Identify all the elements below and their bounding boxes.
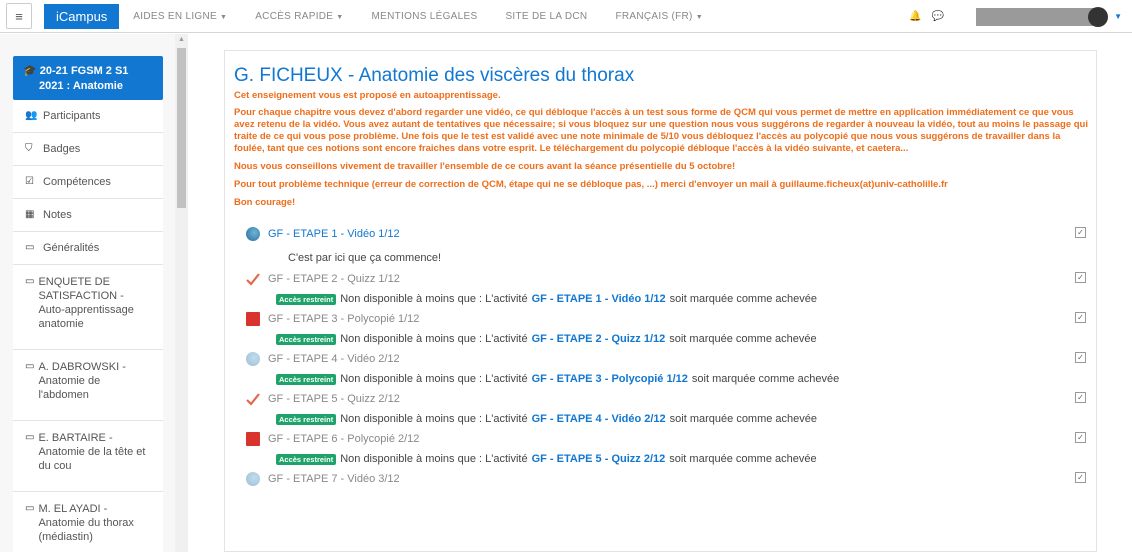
notice-text: Bon courage!	[234, 197, 296, 208]
sidebar-item-notes[interactable]: ▦ Notes	[13, 199, 163, 232]
quiz-icon	[246, 392, 260, 406]
nav-mentions-legales[interactable]: MENTIONS LÉGALES	[372, 11, 478, 22]
activity-item[interactable]: GF - ETAPE 1 - Vidéo 1/12 ✓	[234, 223, 1086, 245]
required-activity-link[interactable]: GF - ETAPE 4 - Vidéo 2/12	[532, 413, 666, 425]
notice-text: Cet enseignement vous est proposé en aut…	[234, 90, 501, 101]
required-activity-link[interactable]: GF - ETAPE 1 - Vidéo 1/12	[532, 293, 666, 305]
caret-down-icon: ▼	[219, 13, 228, 21]
activity-description: C'est par ici que ça commence!	[288, 252, 442, 264]
sidebar-item-course[interactable]: 🎓 20-21 FGSM 2 S1 2021 : Anatomie	[13, 56, 163, 100]
required-activity-link[interactable]: GF - ETAPE 3 - Polycopié 1/12	[532, 373, 688, 385]
activity-item[interactable]: GF - ETAPE 4 - Vidéo 2/12 ✓	[234, 348, 1086, 370]
restriction-badge: Accès restreint	[276, 373, 337, 385]
sidebar-item-bartaire[interactable]: ▭ E. BARTAIRE - Anatomie de la tête et du…	[13, 421, 163, 492]
activity-link: GF - ETAPE 5 - Quizz 2/12	[268, 393, 400, 405]
notice-text: Pour chaque chapitre vous devez d'abord …	[234, 107, 1088, 154]
folder-icon: ▭	[25, 503, 35, 514]
hamburger-icon: ≡	[15, 8, 23, 24]
completion-checkbox[interactable]: ✓	[1075, 312, 1086, 323]
activity-item[interactable]: GF - ETAPE 2 - Quizz 1/12 ✓	[234, 268, 1086, 290]
caret-down-icon: ▼	[336, 13, 344, 21]
activity-item[interactable]: GF - ETAPE 5 - Quizz 2/12 ✓	[234, 388, 1086, 410]
folder-icon: ▭	[25, 276, 35, 287]
activity-link: GF - ETAPE 4 - Vidéo 2/12	[268, 353, 400, 365]
restriction-info: Accès restreint Non disponible à moins q…	[276, 372, 1096, 386]
caret-down-icon[interactable]: ▼	[1114, 12, 1122, 21]
course-content: G. FICHEUX - Anatomie des viscères du th…	[224, 50, 1097, 552]
page-title: G. FICHEUX - Anatomie des viscères du th…	[234, 65, 635, 86]
table-icon: ▦	[25, 209, 35, 220]
nav-acces-rapide[interactable]: ACCÈS RAPIDE ▼	[255, 11, 343, 22]
avatar[interactable]	[1088, 6, 1109, 27]
activity-link[interactable]: GF - ETAPE 1 - Vidéo 1/12	[268, 228, 400, 240]
completion-checkbox[interactable]: ✓	[1075, 472, 1086, 483]
restriction-info: Accès restreint Non disponible à moins q…	[276, 332, 1096, 346]
video-icon	[246, 352, 260, 366]
sidebar-item-el-ayadi[interactable]: ▭ M. EL AYADI - Anatomie du thorax (média…	[13, 492, 163, 552]
shield-icon: ⛉	[25, 143, 33, 154]
folder-icon: ▭	[25, 242, 35, 253]
pdf-icon	[246, 432, 260, 446]
nav-site-dcn[interactable]: SITE DE LA DCN	[505, 11, 587, 22]
sidebar-item-competences[interactable]: ☑ Compétences	[13, 166, 163, 199]
completion-checkbox[interactable]: ✓	[1075, 352, 1086, 363]
folder-icon: ▭	[25, 361, 35, 372]
sidebar-item-dabrowski[interactable]: ▭ A. DABROWSKI - Anatomie de l'abdomen	[13, 350, 163, 421]
pdf-icon	[246, 312, 260, 326]
notice-text: Nous vous conseillons vivement de travai…	[234, 161, 736, 172]
caret-down-icon: ▼	[695, 13, 703, 21]
checkbox-icon: ☑	[25, 176, 34, 187]
activity-link: GF - ETAPE 6 - Polycopié 2/12	[268, 433, 420, 445]
activity-item[interactable]: GF - ETAPE 3 - Polycopié 1/12 ✓	[234, 308, 1086, 330]
scroll-thumb[interactable]	[177, 48, 186, 208]
sidebar-item-participants[interactable]: 👥 Participants	[13, 100, 163, 133]
activity-link: GF - ETAPE 7 - Vidéo 3/12	[268, 473, 400, 485]
graduation-cap-icon: 🎓	[23, 65, 37, 77]
restriction-badge: Accès restreint	[276, 413, 337, 425]
nav-aides-en-ligne[interactable]: AIDES EN LIGNE ▼	[133, 11, 227, 22]
sidebar-item-badges[interactable]: ⛉ Badges	[13, 133, 163, 166]
users-icon: 👥	[25, 110, 38, 121]
chat-icon[interactable]: 💬	[932, 11, 944, 22]
arrow-up-icon[interactable]: ▲	[178, 36, 185, 43]
top-navbar: ≡ iCampus AIDES EN LIGNE ▼ ACCÈS RAPIDE ▼ …	[0, 0, 1132, 33]
completion-checkbox[interactable]: ✓	[1075, 227, 1086, 238]
nav-language[interactable]: FRANÇAIS (FR) ▼	[615, 11, 702, 22]
restriction-badge: Accès restreint	[276, 453, 337, 465]
folder-icon: ▭	[25, 432, 35, 443]
completion-checkbox[interactable]: ✓	[1075, 392, 1086, 403]
sidebar-item-generalites[interactable]: ▭ Généralités	[13, 232, 163, 265]
course-nav-drawer: 🎓 20-21 FGSM 2 S1 2021 : Anatomie 👥 Parti…	[0, 34, 175, 552]
required-activity-link[interactable]: GF - ETAPE 5 - Quizz 2/12	[532, 453, 666, 465]
completion-checkbox[interactable]: ✓	[1075, 432, 1086, 443]
activity-link: GF - ETAPE 3 - Polycopié 1/12	[268, 313, 420, 325]
quiz-icon	[246, 272, 260, 286]
restriction-info: Accès restreint Non disponible à moins q…	[276, 452, 1096, 466]
notice-text: Pour tout problème technique (erreur de …	[234, 179, 948, 190]
user-name[interactable]	[976, 7, 1095, 26]
sidebar-item-enquete[interactable]: ▭ ENQUETE DE SATISFACTION - Auto-apprenti…	[13, 265, 163, 350]
menu-toggle-button[interactable]: ≡	[6, 3, 32, 29]
brand-logo[interactable]: iCampus	[44, 3, 120, 29]
video-icon	[246, 472, 260, 486]
completion-checkbox[interactable]: ✓	[1075, 272, 1086, 283]
bell-icon[interactable]: 🔔	[909, 11, 921, 22]
required-activity-link[interactable]: GF - ETAPE 2 - Quizz 1/12	[532, 333, 666, 345]
activity-item[interactable]: GF - ETAPE 7 - Vidéo 3/12 ✓	[234, 468, 1086, 490]
video-icon	[246, 227, 260, 241]
sidebar-scrollbar[interactable]: ▲	[175, 34, 188, 552]
restriction-info: Accès restreint Non disponible à moins q…	[276, 292, 1096, 306]
restriction-badge: Accès restreint	[276, 333, 337, 345]
restriction-badge: Accès restreint	[276, 293, 337, 305]
restriction-info: Accès restreint Non disponible à moins q…	[276, 412, 1096, 426]
activity-item[interactable]: GF - ETAPE 6 - Polycopié 2/12 ✓	[234, 428, 1086, 450]
activity-link: GF - ETAPE 2 - Quizz 1/12	[268, 273, 400, 285]
